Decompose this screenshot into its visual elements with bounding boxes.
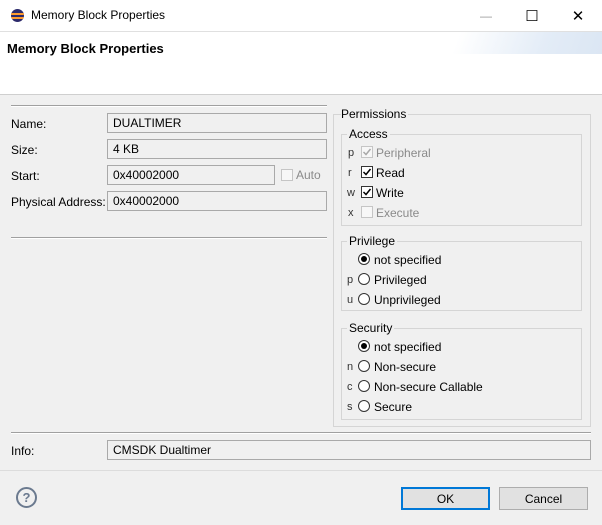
auto-label: Auto bbox=[296, 168, 321, 182]
help-icon: ? bbox=[22, 490, 31, 505]
size-field[interactable]: 4 KB bbox=[107, 139, 327, 159]
footer-divider bbox=[0, 470, 602, 471]
write-label: Write bbox=[376, 186, 404, 200]
close-button[interactable]: ✕ bbox=[555, 0, 601, 31]
name-field[interactable]: DUALTIMER bbox=[107, 113, 327, 133]
auto-checkbox[interactable] bbox=[281, 169, 293, 181]
read-label: Read bbox=[376, 166, 405, 180]
info-field[interactable]: CMSDK Dualtimer bbox=[107, 440, 591, 460]
physical-address-label: Physical Address: bbox=[11, 195, 106, 209]
dialog-heading: Memory Block Properties bbox=[7, 41, 164, 56]
access-prefix-w: w bbox=[347, 187, 355, 199]
window-title: Memory Block Properties bbox=[31, 8, 166, 22]
start-field[interactable]: 0x40002000 bbox=[107, 165, 275, 185]
non-secure-callable-label: Non-secure Callable bbox=[374, 380, 483, 394]
access-prefix-r: r bbox=[348, 167, 352, 179]
secure-radio[interactable] bbox=[358, 400, 370, 412]
security-prefix-s: s bbox=[347, 401, 353, 413]
separator-top bbox=[11, 105, 327, 107]
privileged-label: Privileged bbox=[374, 273, 427, 287]
physical-address-field[interactable]: 0x40002000 bbox=[107, 191, 327, 211]
permissions-title: Permissions bbox=[341, 107, 409, 121]
privilege-prefix-p: p bbox=[347, 274, 354, 286]
peripheral-label: Peripheral bbox=[376, 146, 431, 160]
ok-button[interactable]: OK bbox=[401, 487, 490, 510]
minimize-button[interactable]: — bbox=[463, 0, 509, 31]
security-prefix-n: n bbox=[347, 361, 354, 373]
dialog-header: Memory Block Properties bbox=[0, 32, 602, 95]
separator-middle bbox=[11, 237, 327, 239]
security-not-specified-radio[interactable] bbox=[358, 340, 370, 352]
privilege-prefix-u: u bbox=[347, 294, 354, 306]
peripheral-checkbox[interactable] bbox=[361, 146, 373, 158]
unprivileged-label: Unprivileged bbox=[374, 293, 441, 307]
execute-label: Execute bbox=[376, 206, 420, 220]
cancel-button[interactable]: Cancel bbox=[499, 487, 588, 510]
access-prefix-p: p bbox=[348, 147, 355, 159]
access-prefix-x: x bbox=[348, 207, 354, 219]
execute-checkbox[interactable] bbox=[361, 206, 373, 218]
name-label: Name: bbox=[11, 117, 47, 131]
non-secure-label: Non-secure bbox=[374, 360, 437, 374]
maximize-button[interactable]: ☐ bbox=[509, 0, 555, 31]
write-checkbox[interactable] bbox=[361, 186, 373, 198]
separator-info bbox=[11, 432, 591, 434]
maximize-icon: ☐ bbox=[525, 7, 539, 25]
header-decoration bbox=[452, 32, 602, 54]
help-button[interactable]: ? bbox=[16, 487, 37, 508]
non-secure-radio[interactable] bbox=[358, 360, 370, 372]
start-label: Start: bbox=[11, 169, 40, 183]
privileged-radio[interactable] bbox=[358, 273, 370, 285]
minimize-icon: — bbox=[480, 8, 492, 23]
title-bar: Memory Block Properties — ☐ ✕ bbox=[0, 0, 602, 32]
close-icon: ✕ bbox=[571, 7, 585, 25]
info-label: Info: bbox=[11, 444, 35, 458]
secure-label: Secure bbox=[374, 400, 413, 414]
non-secure-callable-radio[interactable] bbox=[358, 380, 370, 392]
privilege-title: Privilege bbox=[347, 234, 398, 248]
access-title: Access bbox=[347, 127, 390, 141]
security-not-specified-label: not specified bbox=[374, 340, 442, 354]
size-label: Size: bbox=[11, 143, 38, 157]
privilege-not-specified-label: not specified bbox=[374, 253, 442, 267]
security-title: Security bbox=[347, 321, 395, 335]
privilege-not-specified-radio[interactable] bbox=[358, 253, 370, 265]
app-logo-icon bbox=[11, 9, 24, 22]
read-checkbox[interactable] bbox=[361, 166, 373, 178]
unprivileged-radio[interactable] bbox=[358, 293, 370, 305]
security-prefix-c: c bbox=[347, 381, 353, 393]
